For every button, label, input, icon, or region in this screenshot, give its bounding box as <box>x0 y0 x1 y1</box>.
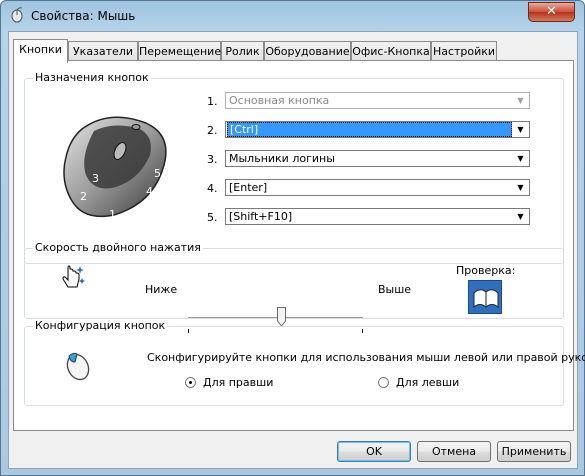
chevron-down-icon: ▼ <box>517 96 524 105</box>
row-number-1: 1. <box>207 95 218 108</box>
double-click-speed-title: Скорость двойного нажатия <box>33 241 203 254</box>
chevron-down-icon: ▼ <box>517 183 524 192</box>
cancel-button-label: Отмена <box>431 445 477 458</box>
apply-button-label: Применить <box>501 445 567 458</box>
button-5-value: [Shift+F10] <box>229 210 293 223</box>
button-4-select[interactable]: [Enter] ▼ <box>225 179 530 196</box>
tab-motion[interactable]: Перемещение <box>138 41 221 61</box>
mouse-icon <box>66 352 90 381</box>
right-hand-radio[interactable] <box>185 377 196 388</box>
title-bar[interactable]: Свойства: Мышь ✕ <box>1 1 584 31</box>
window-title: Свойства: Мышь <box>31 9 136 23</box>
tab-buttons[interactable]: Кнопки <box>13 39 68 63</box>
tab-hardware[interactable]: Оборудование <box>264 41 351 61</box>
row-number-3: 3. <box>207 153 218 166</box>
double-click-speed-slider[interactable] <box>188 317 363 320</box>
left-hand-label[interactable]: Для левши <box>396 376 459 389</box>
button-configuration-group: Конфигурация кнопок <box>24 319 564 406</box>
dialog-client-area: Кнопки Указатели Перемещение Ролик Обору… <box>8 31 585 469</box>
tab-wheel[interactable]: Ролик <box>221 41 264 61</box>
buttons-tab-panel: Назначения кнопок 1 2 3 4 5 1. Основная … <box>13 60 585 431</box>
mouse-label-5: 5 <box>154 167 161 180</box>
mouse-properties-window: Свойства: Мышь ✕ Кнопки Указатели Переме… <box>0 0 585 476</box>
button-3-select[interactable]: Мыльники логины ▼ <box>225 150 530 167</box>
row-number-5: 5. <box>207 211 218 224</box>
button-configuration-title: Конфигурация кнопок <box>33 319 168 332</box>
close-icon: ✕ <box>546 4 557 19</box>
tab-label: Офис-Кнопка <box>352 45 430 58</box>
configuration-description: Сконфигурируйте кнопки для использования… <box>147 351 585 364</box>
hand-click-icon <box>62 265 85 288</box>
chevron-down-icon: ▼ <box>517 125 524 134</box>
mouse-icon <box>11 7 23 23</box>
button-5-select[interactable]: [Shift+F10] ▼ <box>225 208 530 225</box>
mouse-label-1: 1 <box>109 208 116 221</box>
mouse-label-2: 2 <box>80 190 87 203</box>
button-assignment-title: Назначения кнопок <box>33 71 151 84</box>
tab-office-button[interactable]: Офис-Кнопка <box>351 41 431 61</box>
button-1-select[interactable]: Основная кнопка ▼ <box>225 92 530 109</box>
tab-pointers[interactable]: Указатели <box>68 41 138 61</box>
cancel-button[interactable]: Отмена <box>417 441 491 462</box>
mouse-label-3: 3 <box>92 172 99 185</box>
row-number-4: 4. <box>207 182 218 195</box>
tab-label: Настройки <box>432 45 496 58</box>
tab-label: Ролик <box>225 45 260 58</box>
ok-button-label: OK <box>366 445 382 458</box>
tab-label: Перемещение <box>139 45 222 58</box>
button-2-value: [Ctrl] <box>227 122 512 137</box>
button-1-value: Основная кнопка <box>229 94 330 107</box>
close-button[interactable]: ✕ <box>528 2 575 22</box>
test-area-label: Проверка: <box>456 264 516 277</box>
mouse-label-4: 4 <box>146 185 153 198</box>
tab-label: Кнопки <box>19 43 62 56</box>
button-2-select[interactable]: [Ctrl] ▼ <box>225 121 530 138</box>
ok-button[interactable]: OK <box>337 441 411 462</box>
folder-icon <box>473 289 499 309</box>
chevron-down-icon: ▼ <box>517 212 524 221</box>
speed-low-label: Ниже <box>145 283 178 296</box>
right-hand-label[interactable]: Для правши <box>203 376 273 389</box>
mouse-diagram <box>63 116 167 218</box>
row-number-2: 2. <box>207 124 218 137</box>
slider-thumb[interactable] <box>277 307 286 327</box>
apply-button[interactable]: Применить <box>497 441 571 462</box>
speed-high-label: Выше <box>378 283 412 296</box>
button-3-value: Мыльники логины <box>229 152 335 165</box>
tab-label: Указатели <box>72 45 134 58</box>
tab-settings[interactable]: Настройки <box>431 41 497 61</box>
tab-label: Оборудование <box>265 45 350 58</box>
chevron-down-icon: ▼ <box>517 154 524 163</box>
left-hand-radio[interactable] <box>378 377 389 388</box>
test-area[interactable] <box>468 280 502 314</box>
button-4-value: [Enter] <box>229 181 268 194</box>
